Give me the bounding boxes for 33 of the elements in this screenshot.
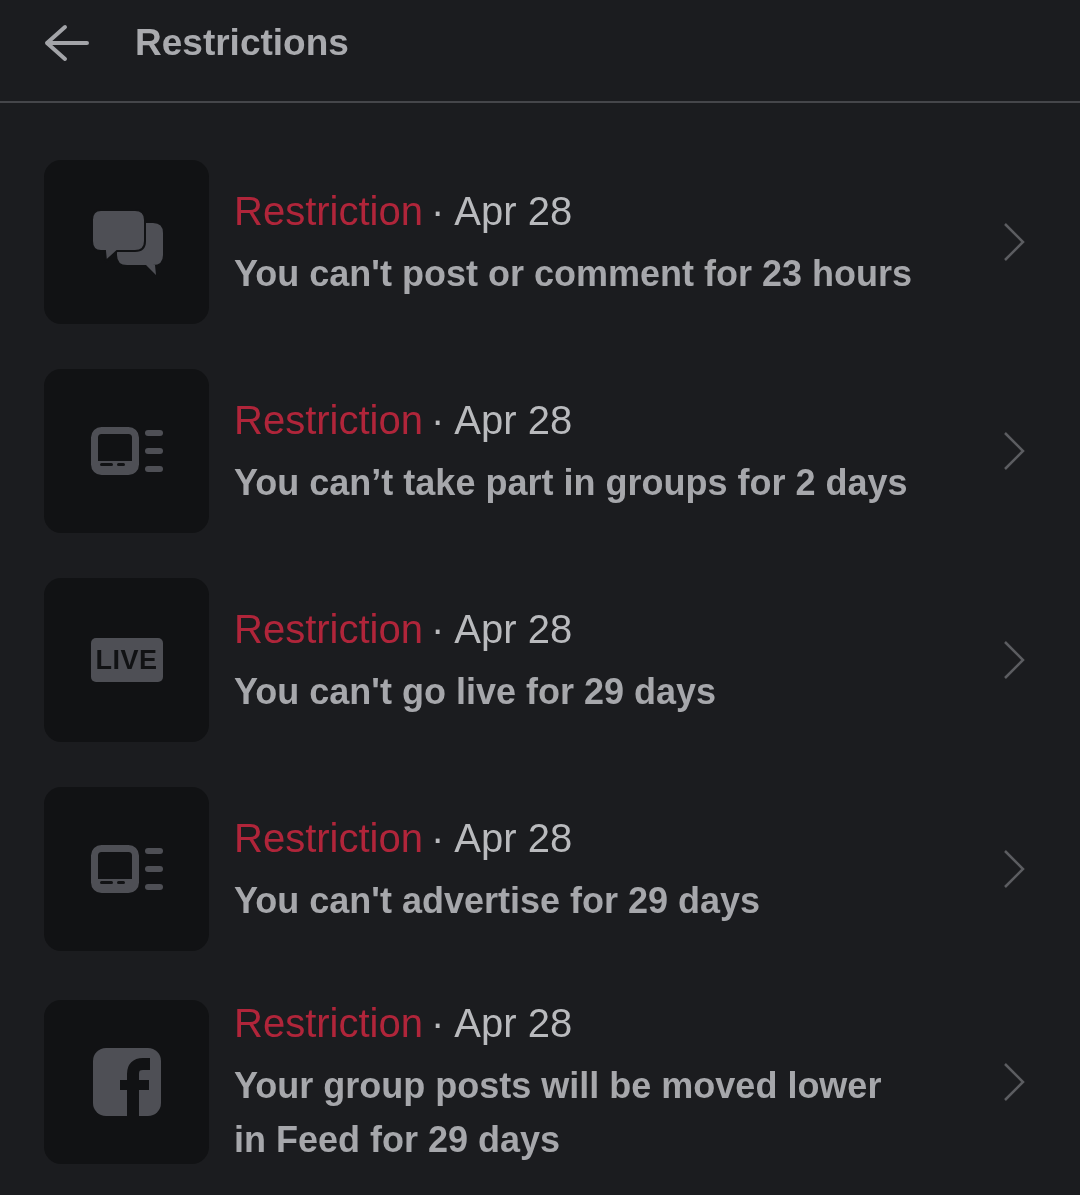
separator: · — [430, 815, 445, 860]
restriction-date: Apr 28 — [454, 1001, 573, 1045]
chat-bubbles-icon — [90, 209, 163, 275]
restriction-description: You can’t take part in groups for 2 days — [234, 460, 909, 505]
restriction-label: Restriction — [234, 1001, 423, 1045]
back-arrow-icon — [43, 23, 89, 62]
restriction-date: Apr 28 — [454, 397, 573, 442]
monitor-list-icon — [90, 845, 163, 893]
page-title: Restrictions — [135, 21, 349, 64]
live-badge: LIVE — [90, 638, 163, 682]
chevron-right-icon[interactable] — [1002, 222, 1026, 262]
chevron-right-icon[interactable] — [1002, 849, 1026, 889]
separator: · — [430, 1001, 445, 1045]
chevron-right-icon[interactable] — [1002, 431, 1026, 471]
chevron-right-icon[interactable] — [1002, 640, 1026, 680]
restriction-label: Restriction — [234, 815, 423, 860]
restriction-date: Apr 28 — [454, 188, 573, 233]
restriction-description: You can't advertise for 29 days — [234, 878, 762, 923]
separator: · — [430, 397, 445, 442]
restriction-description: Your group posts will be moved lower in Feed for 29 days — [234, 1064, 883, 1162]
restriction-date: Apr 28 — [454, 606, 573, 651]
separator: · — [430, 188, 445, 233]
restriction-label: Restriction — [234, 606, 423, 651]
letter-f-logo-icon — [92, 1047, 161, 1116]
monitor-list-icon — [90, 427, 163, 475]
restriction-date: Apr 28 — [454, 815, 573, 860]
restriction-description: You can't post or comment for 23 hours — [234, 251, 913, 296]
restriction-description: You can't go live for 29 days — [234, 669, 718, 714]
restriction-label: Restriction — [234, 188, 423, 233]
restriction-label: Restriction — [234, 397, 423, 442]
chevron-right-icon[interactable] — [1002, 1061, 1026, 1102]
back-button[interactable] — [42, 22, 90, 63]
separator: · — [430, 606, 445, 651]
